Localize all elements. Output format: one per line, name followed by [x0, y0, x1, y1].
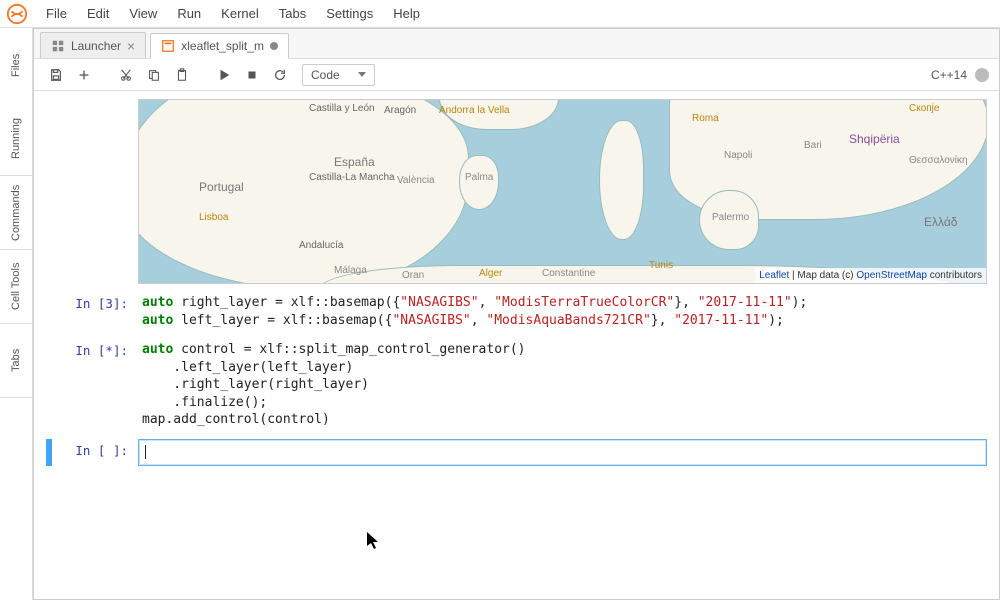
map-label: Palermo [712, 212, 749, 223]
paste-button[interactable] [170, 63, 194, 87]
run-button[interactable] [212, 63, 236, 87]
sidetab-celltools[interactable]: Cell Tools [0, 250, 32, 324]
map-label: Aragón [384, 105, 416, 116]
code-cell[interactable]: In [*]: auto control = xlf::split_map_co… [46, 339, 987, 431]
map-label: Скопје [909, 103, 939, 114]
menu-view[interactable]: View [119, 2, 167, 25]
osm-link[interactable]: OpenStreetMap [856, 270, 927, 281]
cell-prompt: In [ ]: [54, 439, 138, 467]
kernel-name: C++14 [931, 68, 967, 82]
menu-help[interactable]: Help [383, 2, 430, 25]
stop-button[interactable] [240, 63, 264, 87]
notebook-scroll[interactable]: España Portugal Lisboa Andalucía Málaga … [34, 91, 999, 599]
code-editor[interactable]: auto right_layer = xlf::basemap({"NASAGI… [138, 292, 987, 331]
map-label: Palma [465, 172, 493, 183]
kernel-status[interactable]: C++14 [931, 68, 989, 82]
restart-button[interactable] [268, 63, 292, 87]
map-label: Castilla-La Mancha [309, 172, 395, 183]
cut-button[interactable] [114, 63, 138, 87]
map-label: Oran [402, 270, 424, 281]
menu-edit[interactable]: Edit [77, 2, 119, 25]
map-label: Tunis [649, 260, 673, 271]
map-label: València [397, 175, 435, 186]
menu-run[interactable]: Run [167, 2, 211, 25]
cell-type-select[interactable]: Code [302, 64, 375, 86]
chevron-down-icon [358, 72, 366, 77]
jupyter-logo-icon [6, 3, 28, 25]
document-tabbar: Launcher × xleaflet_split_m [34, 29, 999, 59]
map-label: Ελλάδ [924, 215, 957, 229]
menu-tabs[interactable]: Tabs [269, 2, 316, 25]
menu-settings[interactable]: Settings [316, 2, 383, 25]
save-button[interactable] [44, 63, 68, 87]
top-menubar: File Edit View Run Kernel Tabs Settings … [0, 0, 1000, 28]
map-label: Bari [804, 140, 822, 151]
left-sidebar: Files Running Commands Cell Tools Tabs [0, 28, 33, 600]
main-area: Launcher × xleaflet_split_m Code [33, 28, 1000, 600]
map-label: Andalucía [299, 240, 343, 251]
map-label: Constantine [542, 268, 595, 279]
map-label: Portugal [199, 180, 244, 194]
leaflet-link[interactable]: Leaflet [759, 270, 789, 281]
code-editor[interactable] [138, 439, 987, 467]
map-label: Napoli [724, 150, 752, 161]
close-icon[interactable]: × [127, 38, 135, 54]
map-attribution: Leaflet | Map data (c) OpenStreetMap con… [755, 268, 986, 283]
unsaved-dot-icon [270, 42, 278, 50]
copy-button[interactable] [142, 63, 166, 87]
map-label: Θεσσαλονίκη [909, 155, 968, 166]
sidetab-files[interactable]: Files [0, 28, 32, 102]
map-label: Shqipëria [849, 132, 900, 146]
map-label: Roma [692, 113, 719, 124]
map-attr-text2: contributors [927, 270, 982, 281]
map-attr-text: | Map data (c) [789, 270, 856, 281]
notebook-toolbar: Code C++14 [34, 59, 999, 91]
map-label: Andorra la Vella [439, 105, 510, 116]
kernel-busy-icon [975, 68, 989, 82]
text-cursor [145, 445, 146, 459]
code-cell[interactable]: In [3]: auto right_layer = xlf::basemap(… [46, 292, 987, 331]
code-editor[interactable]: auto control = xlf::split_map_control_ge… [138, 339, 987, 431]
map-label: Lisboa [199, 212, 228, 223]
code-cell-selected[interactable]: In [ ]: [46, 439, 987, 467]
map-label: España [334, 155, 375, 169]
launcher-icon [51, 39, 65, 53]
tab-notebook-label: xleaflet_split_m [181, 39, 264, 53]
menu-file[interactable]: File [36, 2, 77, 25]
tab-notebook[interactable]: xleaflet_split_m [150, 33, 289, 59]
map-label: Málaga [334, 265, 367, 276]
tab-launcher-label: Launcher [71, 39, 121, 53]
output-prompt [46, 99, 138, 284]
sidetab-tabs[interactable]: Tabs [0, 324, 32, 398]
notebook-icon [161, 39, 175, 53]
map-label: Castilla y León [309, 103, 375, 114]
sidetab-commands[interactable]: Commands [0, 176, 32, 250]
tab-launcher[interactable]: Launcher × [40, 32, 146, 58]
map-label: Alger [479, 268, 502, 279]
selection-bar [46, 439, 52, 467]
cell-prompt: In [3]: [46, 292, 138, 331]
menu-kernel[interactable]: Kernel [211, 2, 269, 25]
leaflet-map[interactable]: España Portugal Lisboa Andalucía Málaga … [138, 99, 987, 284]
add-cell-button[interactable] [72, 63, 96, 87]
cell-prompt: In [*]: [46, 339, 138, 431]
cell-type-label: Code [311, 68, 340, 82]
output-cell: España Portugal Lisboa Andalucía Málaga … [46, 99, 987, 284]
sidetab-running[interactable]: Running [0, 102, 32, 176]
